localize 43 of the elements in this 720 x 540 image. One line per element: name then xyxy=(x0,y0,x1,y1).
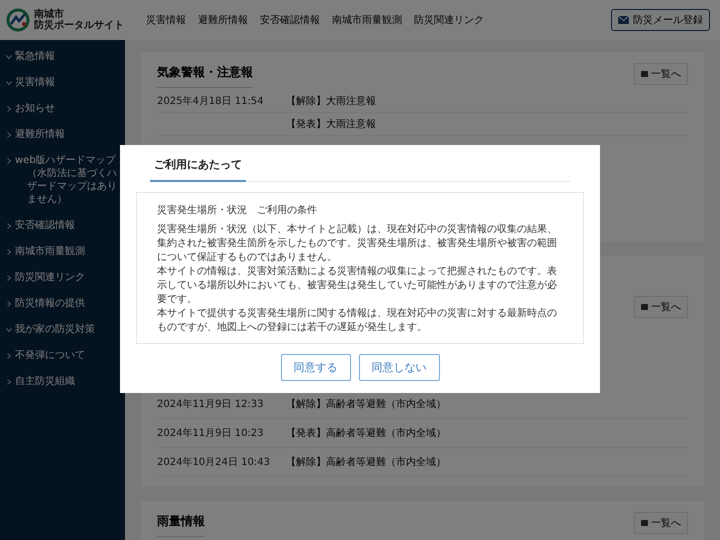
sidebar-item[interactable]: 災害情報 xyxy=(0,70,125,96)
section-title: 気象警報・注意報 xyxy=(157,60,253,88)
nav-link[interactable]: 防災関連リンク xyxy=(414,13,484,27)
sidebar-item[interactable]: 防災情報の提供 xyxy=(0,291,125,317)
mail-signup-button[interactable]: 防災メール登録 xyxy=(611,9,710,31)
nav-link[interactable]: 災害情報 xyxy=(146,13,186,27)
terms-heading: 災害発生場所・状況 ご利用の条件 xyxy=(157,204,318,217)
mail-icon xyxy=(618,16,629,24)
sidebar-item[interactable]: 避難所情報 xyxy=(0,122,125,148)
sidebar-item[interactable]: 不発弾について xyxy=(0,343,125,369)
sidebar-item[interactable]: 我が家の防災対策 xyxy=(0,317,125,343)
section-title: 雨量情報 xyxy=(157,509,205,537)
modal-title: ご利用にあたって xyxy=(150,151,246,182)
row-date: 2024年10月24日 10:43 xyxy=(157,456,271,469)
nav-link[interactable]: 南城市雨量観測 xyxy=(332,13,402,27)
list-button[interactable]: 一覧へ xyxy=(634,512,688,534)
logo-icon xyxy=(6,8,30,32)
row-link[interactable]: 【発表】高齢者等避難（市内全域） xyxy=(286,426,446,440)
sidebar-item[interactable]: 南城市雨量観測 xyxy=(0,239,125,265)
list-button[interactable]: 一覧へ xyxy=(634,63,688,85)
row-date: 2025年4月18日 11:54 xyxy=(157,95,265,108)
terms-paragraph: 災害発生場所・状況（以下、本サイトと記載）は、現在対応中の災害情報の収集の結果、集約された被害発生箇所を示したものです。災害発生場所は、被害発生場所や被害の範囲について保証するものではありません。 xyxy=(157,223,558,265)
row-link[interactable]: 【解除】高齢者等避難（市内全域） xyxy=(286,455,446,469)
nav-link[interactable]: 避難所情報 xyxy=(198,13,248,27)
modal-button[interactable]: 同意する xyxy=(280,354,350,381)
logo-city: 南城市 xyxy=(34,9,65,20)
row-link[interactable]: 【発表】大雨注意報 xyxy=(286,117,376,131)
row-date: 2024年11月9日 12:33 xyxy=(157,398,265,411)
terms-paragraph: 本サイトで提供する災害発生場所に関する情報は、現在対応中の災害に対する最新時点のものですが、地図上への登録には若干の遅延が発生します。 xyxy=(157,307,558,335)
sidebar-item[interactable]: お知らせ xyxy=(0,96,125,122)
modal-button[interactable]: 同意しない xyxy=(358,354,440,381)
sidebar-item[interactable]: 緊急情報 xyxy=(0,44,125,70)
logo-site-name: 防災ポータルサイト xyxy=(34,20,124,31)
sidebar-item[interactable]: 自主防災組織 xyxy=(0,369,125,395)
list-button[interactable]: 一覧へ xyxy=(634,296,688,318)
row-link[interactable]: 【解除】大雨注意報 xyxy=(286,94,376,108)
sidebar-item[interactable]: 防災関連リンク xyxy=(0,265,125,291)
nav-link[interactable]: 安否確認情報 xyxy=(260,13,320,27)
row-link[interactable]: 【解除】高齢者等避難（市内全域） xyxy=(286,397,446,411)
sidebar-item[interactable]: 安否確認情報 xyxy=(0,213,125,239)
sidebar-item[interactable]: web版ハザードマップ （水防法に基づくハザードマップはありません） xyxy=(0,148,125,213)
terms-paragraph: 本サイトの情報は、災害対策活動による災害情報の収集によって把握されたものです。表示している場所以外においても、被害発生は発生していた可能性がありますので注意が必要です。 xyxy=(157,265,558,307)
row-date: 2024年11月9日 10:23 xyxy=(157,427,265,440)
